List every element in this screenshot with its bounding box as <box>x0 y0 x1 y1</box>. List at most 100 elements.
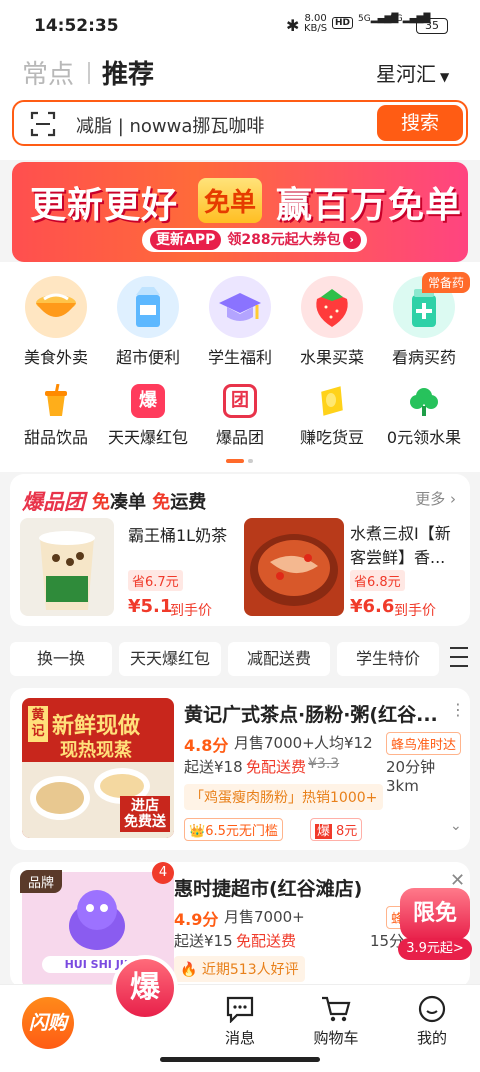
category-label: 天天爆红包 <box>107 428 188 447</box>
promo-more-link[interactable]: 更多 › <box>415 488 456 509</box>
drink-cup-icon <box>39 384 73 418</box>
group-icon: 团 <box>223 384 257 418</box>
store-name[interactable]: 黄记广式茶点·肠粉·粥(红谷... <box>184 700 438 727</box>
promo-banner[interactable]: 更新更好 免单 赢百万 免单 更新APP 领288元起大券包 › <box>12 162 468 262</box>
free-promo-float[interactable]: 限免 3.9元起> <box>398 886 472 962</box>
coupon-tag-2[interactable]: 爆 8元 <box>310 818 363 841</box>
cart-icon <box>322 996 351 1022</box>
graduation-cap-icon <box>209 276 271 338</box>
menu-icon[interactable] <box>450 647 468 667</box>
category-food[interactable]: 美食外卖 <box>8 276 104 368</box>
scan-icon[interactable] <box>30 111 56 137</box>
category-label: 水果买菜 <box>299 348 364 367</box>
filter-chip-delivery[interactable]: 减配送费 <box>228 642 330 676</box>
product-save: 省6.7元 <box>128 570 183 591</box>
chevron-down-icon[interactable]: ⌄ <box>450 818 462 834</box>
more-options-icon[interactable]: ⋮ <box>450 700 466 719</box>
category-dessert[interactable]: 甜品饮品 <box>8 384 104 448</box>
free-promo-title: 限免 <box>400 888 470 940</box>
category-label: 看病买药 <box>391 348 456 367</box>
chevron-right-icon: › <box>445 490 456 508</box>
filter-chip-red-packet[interactable]: 天天爆红包 <box>119 642 221 676</box>
category-label: 赚吃货豆 <box>299 428 364 447</box>
category-beans[interactable]: 赚吃货豆 <box>284 384 380 448</box>
filter-chip-refresh[interactable]: 换一换 <box>10 642 112 676</box>
search-bar[interactable]: 减脂 | nowwa挪瓦咖啡 搜索 <box>12 100 468 146</box>
strawberry-icon <box>301 276 363 338</box>
category-label: 美食外卖 <box>23 348 88 367</box>
store-image-text: 现热现蒸 <box>60 740 132 761</box>
category-supermarket[interactable]: 超市便利 <box>100 276 196 368</box>
page-indicator-active <box>226 459 244 463</box>
category-label: 学生福利 <box>207 348 272 367</box>
user-icon <box>418 995 446 1023</box>
promo-card: 爆品团 免凑单 免运费 更多 › 霸王桶1L奶茶 省6.7元 ¥5.1 到手价 … <box>10 474 470 626</box>
page-indicator <box>248 459 253 463</box>
nav-cart[interactable]: 购物车 <box>296 995 376 1048</box>
battery-icon: 35 <box>416 18 448 34</box>
tab-divider <box>88 62 90 84</box>
category-grid: 美食外卖 超市便利 学生福利 水果买菜 看病买药 常备药 甜品饮品 爆 天天爆红… <box>0 262 480 472</box>
clock: 14:52:35 <box>34 16 119 36</box>
brand-tag: 品牌 <box>20 870 63 893</box>
category-free-fruit[interactable]: 0元领水果 <box>376 384 472 448</box>
promo-brand: 爆品团 <box>22 490 85 514</box>
bean-icon <box>315 384 349 418</box>
banner-title-2: 赢百万 <box>276 185 388 226</box>
product-price: ¥6.6 <box>350 596 395 617</box>
product-price: ¥5.1 <box>128 596 173 617</box>
caret-down-icon: ▼ <box>440 70 450 84</box>
nav-bao-button[interactable]: 爆 <box>112 955 178 1021</box>
banner-free-badge: 免单 <box>198 178 263 223</box>
location-selector[interactable]: 星河汇 ▼ <box>376 58 449 87</box>
category-group[interactable]: 团 爆品团 <box>192 384 288 448</box>
message-icon <box>226 996 254 1024</box>
home-indicator <box>160 1057 320 1062</box>
filter-chip-student[interactable]: 学生特价 <box>337 642 439 676</box>
nav-messages[interactable]: 消息 <box>200 995 280 1048</box>
delivery-tag: 蜂鸟准时达 <box>386 732 462 755</box>
store-rating: 4.8分 <box>184 736 229 755</box>
store-name[interactable]: 惠时捷超市(红谷滩店) <box>174 874 362 901</box>
tab-recommend[interactable]: 推荐 <box>102 54 154 91</box>
tree-icon <box>407 384 441 418</box>
product-image-milk-tea[interactable] <box>20 518 114 616</box>
store-delivery-fee: 免配送费 <box>246 758 307 776</box>
category-label: 0元领水果 <box>386 428 462 447</box>
bluetooth-icon: ✱ <box>286 16 300 35</box>
category-red-packet[interactable]: 爆 天天爆红包 <box>100 384 196 448</box>
noodle-bowl-icon <box>25 276 87 338</box>
store-sales: 月售7000+ <box>234 734 315 752</box>
coupon-tag[interactable]: 👑6.5元无门槛 <box>184 818 283 841</box>
category-label: 爆品团 <box>215 428 264 447</box>
red-packet-icon: 爆 <box>131 384 165 418</box>
store-old-fee: ¥3.3 <box>308 756 340 772</box>
search-button[interactable]: 搜索 <box>377 105 463 141</box>
product-name[interactable]: 霸王桶1L奶茶 <box>128 522 227 546</box>
store-hot-item[interactable]: 「鸡蛋瘦肉肠粉」热销1000+ <box>184 784 384 810</box>
count-badge: 4 <box>152 862 174 884</box>
search-placeholder[interactable]: 减脂 | nowwa挪瓦咖啡 <box>76 112 264 138</box>
store-card[interactable]: 黄记 新鲜现做 现热现蒸 进店 免费送 黄记广式茶点·肠粉·粥(红谷... ⋮ … <box>10 688 470 850</box>
category-student[interactable]: 学生福利 <box>192 276 288 368</box>
category-fruit[interactable]: 水果买菜 <box>284 276 380 368</box>
tab-frequent[interactable]: 常点 <box>22 54 74 91</box>
product-image-spicy-fish[interactable] <box>244 518 344 616</box>
product-save: 省6.8元 <box>350 570 405 591</box>
bottom-nav: 闪购 爆 消息 购物车 我的 <box>0 955 480 1072</box>
hd-icon: HD <box>332 17 354 29</box>
banner-subline[interactable]: 更新APP 领288元起大券包 › <box>142 228 367 252</box>
category-label: 甜品饮品 <box>23 428 88 447</box>
store-review: 🔥 近期513人好评 <box>174 956 305 982</box>
store-delivery-fee: 免配送费 <box>236 932 297 950</box>
product-name[interactable]: 水煮三叔I【新客尝鲜】香... <box>350 522 462 570</box>
store-image: 黄记 新鲜现做 现热现蒸 进店 免费送 <box>22 698 174 838</box>
store-time-distance: 20分钟 3km <box>386 758 436 795</box>
chevron-right-icon: › <box>342 231 361 249</box>
nav-me[interactable]: 我的 <box>392 995 472 1048</box>
store-image-brand: 黄记 <box>28 706 48 742</box>
product-price-suffix: 到手价 <box>170 603 212 619</box>
store-sales: 月售7000+ <box>224 908 305 926</box>
nav-flash-button[interactable]: 闪购 <box>22 997 74 1049</box>
banner-title-3: 免单 <box>388 185 463 226</box>
